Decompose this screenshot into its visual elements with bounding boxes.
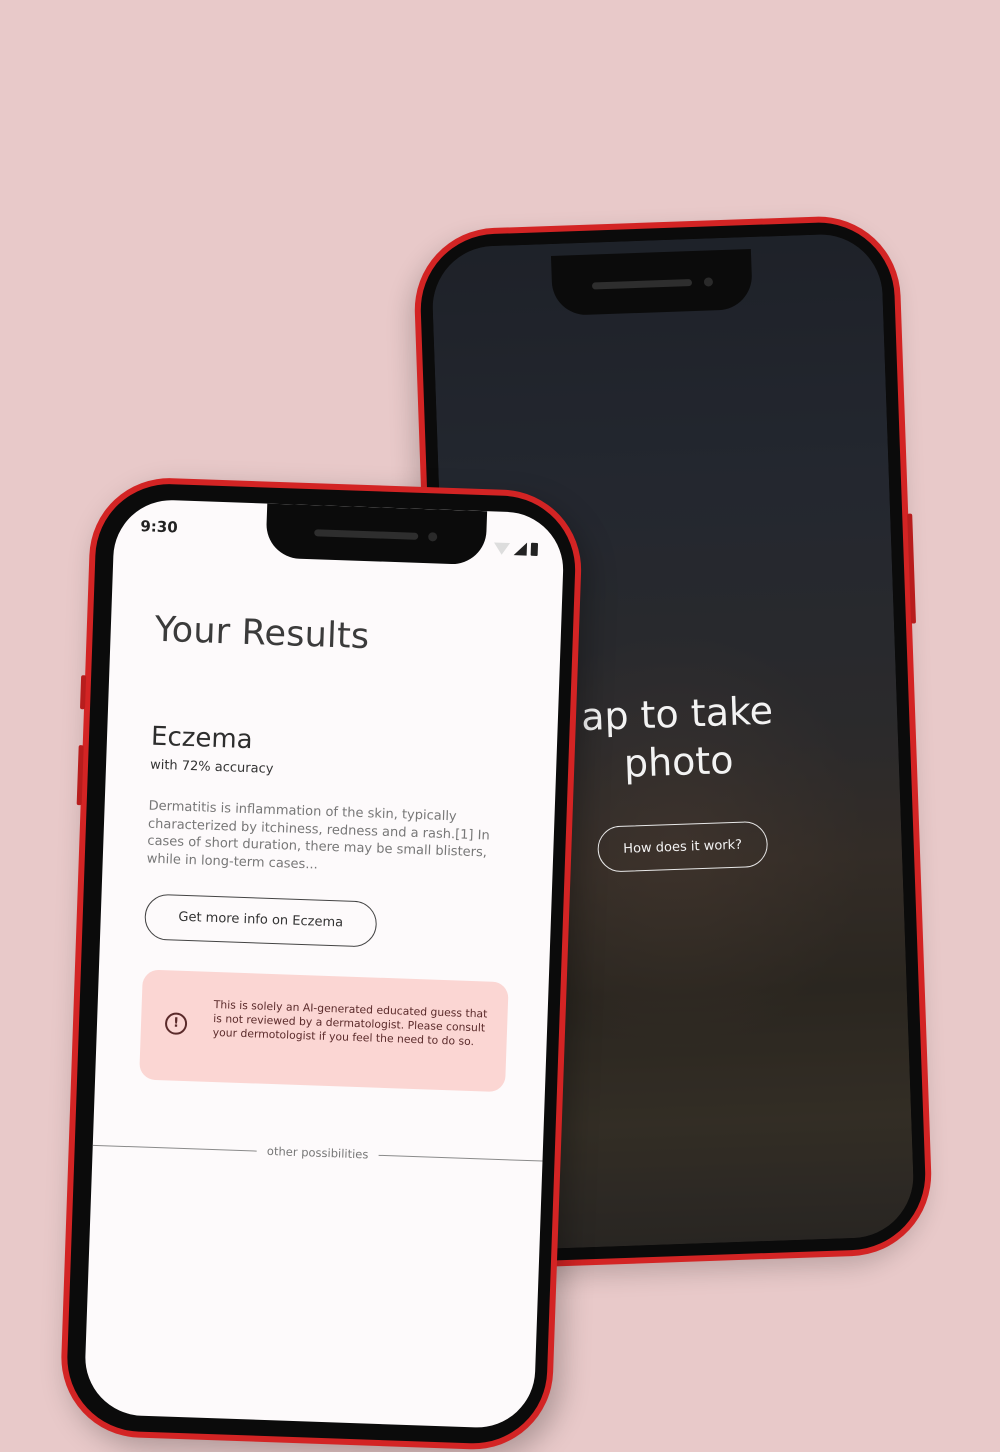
condition-name: Eczema bbox=[150, 721, 254, 756]
condition-description: Dermatitis is inflammation of the skin, … bbox=[146, 798, 490, 873]
front-camera-icon bbox=[703, 277, 714, 287]
how-does-it-work-button[interactable]: How does it work? bbox=[596, 820, 769, 873]
results-phone-mockup: 9:30 Your Results Eczema with 72% accura… bbox=[58, 475, 584, 1452]
condition-accuracy: with 72% accuracy bbox=[149, 757, 274, 777]
status-bar-time: 9:30 bbox=[140, 517, 179, 537]
disclaimer-card: ! This is solely an AI-generated educate… bbox=[139, 969, 509, 1093]
divider-line bbox=[378, 1154, 543, 1162]
speaker-grille bbox=[591, 279, 693, 290]
battery-icon bbox=[530, 542, 539, 557]
speaker-grille bbox=[314, 529, 419, 540]
wifi-icon bbox=[493, 542, 511, 556]
results-screen: 9:30 Your Results Eczema with 72% accura… bbox=[83, 498, 566, 1430]
other-possibilities-divider: other possibilities bbox=[92, 1138, 543, 1168]
other-possibilities-label[interactable]: other possibilities bbox=[257, 1144, 379, 1162]
signal-icon bbox=[513, 542, 528, 556]
status-bar-icons bbox=[493, 541, 539, 557]
divider-line bbox=[92, 1144, 257, 1152]
phone-volume-button bbox=[76, 745, 84, 806]
phone-notch bbox=[265, 503, 488, 566]
warning-icon: ! bbox=[164, 1012, 188, 1036]
front-camera-icon bbox=[428, 532, 438, 542]
more-info-button[interactable]: Get more info on Eczema bbox=[143, 893, 378, 948]
page-title: Your Results bbox=[154, 609, 370, 658]
disclaimer-text: This is solely an AI-generated educated … bbox=[212, 997, 488, 1049]
phone-notch bbox=[550, 248, 753, 316]
phone-side-button bbox=[79, 675, 87, 710]
phone-side-button bbox=[907, 513, 917, 624]
